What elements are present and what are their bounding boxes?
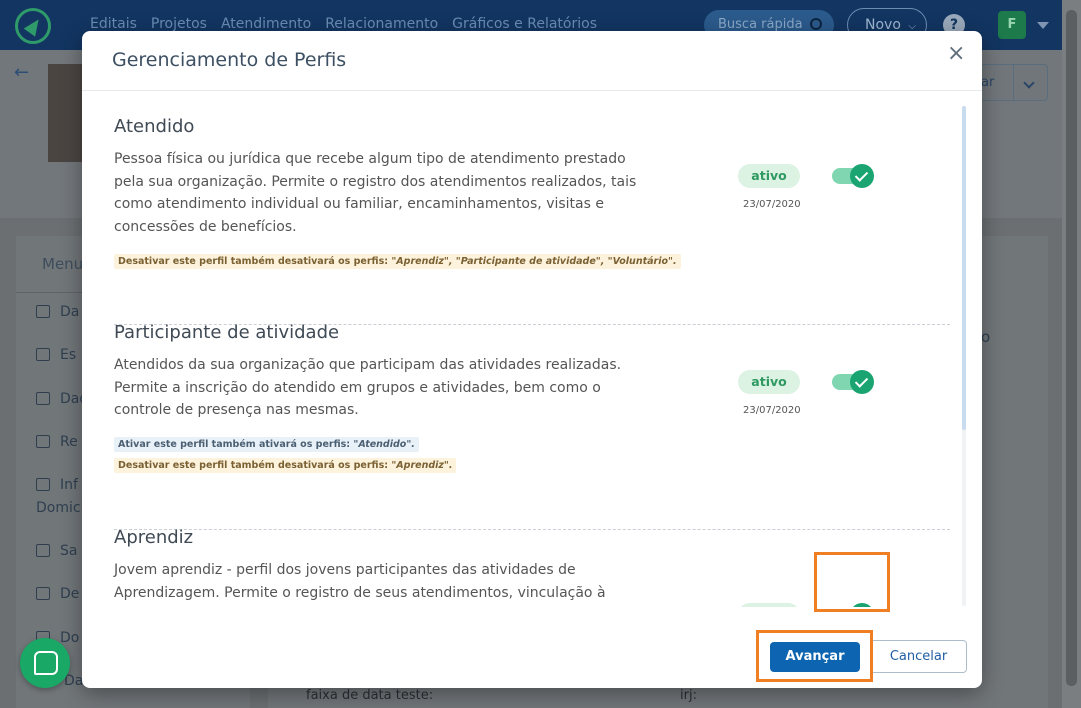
split-action-label: ar: [981, 75, 995, 90]
side-menu-item-label: Domicí: [36, 500, 85, 516]
nav-item-projetos[interactable]: Projetos: [151, 16, 207, 32]
search-icon: [810, 18, 822, 30]
side-menu-item[interactable]: Re: [36, 434, 78, 450]
profile-name: Aprendiz: [114, 527, 194, 548]
nav-item-atendimento[interactable]: Atendimento: [221, 16, 311, 32]
activation-info: Ativar este perfil também ativará os per…: [114, 437, 419, 452]
side-menu-item[interactable]: Sa: [36, 543, 77, 559]
back-arrow-icon[interactable]: ←: [14, 62, 29, 83]
status-date: 23/07/2020: [743, 199, 801, 210]
panel-text-fragment: o: [981, 328, 991, 346]
people-icon: [36, 435, 50, 448]
modal-body: Atendido Pessoa física ou jurídica que r…: [82, 92, 982, 607]
modal-header: Gerenciamento de Perfis ×: [82, 31, 982, 91]
nav-item-relacionamento[interactable]: Relacionamento: [325, 16, 438, 32]
check-icon: [850, 370, 874, 394]
profile-toggle[interactable]: [832, 164, 874, 188]
nav-item-editais[interactable]: Editais: [90, 16, 137, 32]
home-icon: [36, 478, 50, 491]
cancel-button[interactable]: Cancelar: [870, 640, 967, 673]
highlight-box-toggle: [814, 552, 890, 612]
status-badge: ativo: [738, 603, 800, 607]
profile-description: Jovem aprendiz - perfil dos jovens parti…: [114, 562, 606, 601]
nav-item-graficos[interactable]: Gráficos e Relatórios: [452, 16, 597, 32]
briefcase-icon: [36, 392, 50, 405]
highlight-box-advance: [756, 630, 873, 682]
profile-description: Atendidos da sua organização que partici…: [114, 357, 622, 418]
page-scrollbar-thumb[interactable]: [1066, 10, 1077, 686]
heart-pulse-icon: [36, 544, 50, 557]
chat-icon[interactable]: [20, 638, 70, 688]
profile-card-aprendiz: Aprendiz Jovem aprendiz - perfil dos jov…: [114, 527, 950, 607]
profile-toggle[interactable]: [832, 370, 874, 394]
avatar[interactable]: F: [998, 11, 1026, 39]
caret-down-icon[interactable]: [1037, 22, 1049, 29]
main-nav: Editais Projetos Atendimento Relacioname…: [90, 16, 597, 32]
chevron-down-icon[interactable]: [1023, 77, 1035, 89]
app-logo-icon[interactable]: [15, 8, 51, 44]
split-divider: [1013, 65, 1014, 100]
side-menu-item[interactable]: Dad: [36, 391, 88, 407]
id-card-icon: [36, 305, 50, 318]
close-icon[interactable]: ×: [947, 43, 965, 65]
side-menu-item[interactable]: Da: [36, 304, 79, 320]
deactivation-warning: Desativar este perfil também desativará …: [114, 254, 681, 269]
profile-name: Participante de atividade: [114, 322, 340, 343]
deactivation-warning: Desativar este perfil também desativará …: [114, 458, 457, 473]
profile-card-atendido: Atendido Pessoa física ou jurídica que r…: [114, 116, 950, 269]
side-menu-item-label: Da: [64, 673, 84, 689]
side-menu-item[interactable]: De: [36, 586, 79, 602]
side-menu-item[interactable]: Es: [36, 347, 76, 363]
status-badge: ativo: [738, 370, 800, 394]
profile-description: Pessoa física ou jurídica que recebe alg…: [114, 151, 637, 235]
status-date: 23/07/2020: [743, 405, 801, 416]
side-menu-item[interactable]: Inf: [36, 477, 78, 493]
profile-card-participante: Participante de atividade Atendidos da s…: [114, 322, 950, 473]
quick-search-placeholder: Busca rápida: [718, 17, 803, 32]
modal-title: Gerenciamento de Perfis: [112, 49, 347, 71]
status-badge: ativo: [738, 164, 800, 188]
money-icon: [36, 587, 50, 600]
profile-name: Atendido: [114, 116, 195, 137]
graduation-cap-icon: [36, 348, 50, 361]
field-label: faixa de data teste:: [306, 688, 434, 703]
field-label: irj:: [680, 688, 697, 703]
side-menu-title: Menu: [42, 255, 84, 273]
modal-scrollbar-thumb[interactable]: [962, 106, 966, 430]
check-icon: [850, 164, 874, 188]
